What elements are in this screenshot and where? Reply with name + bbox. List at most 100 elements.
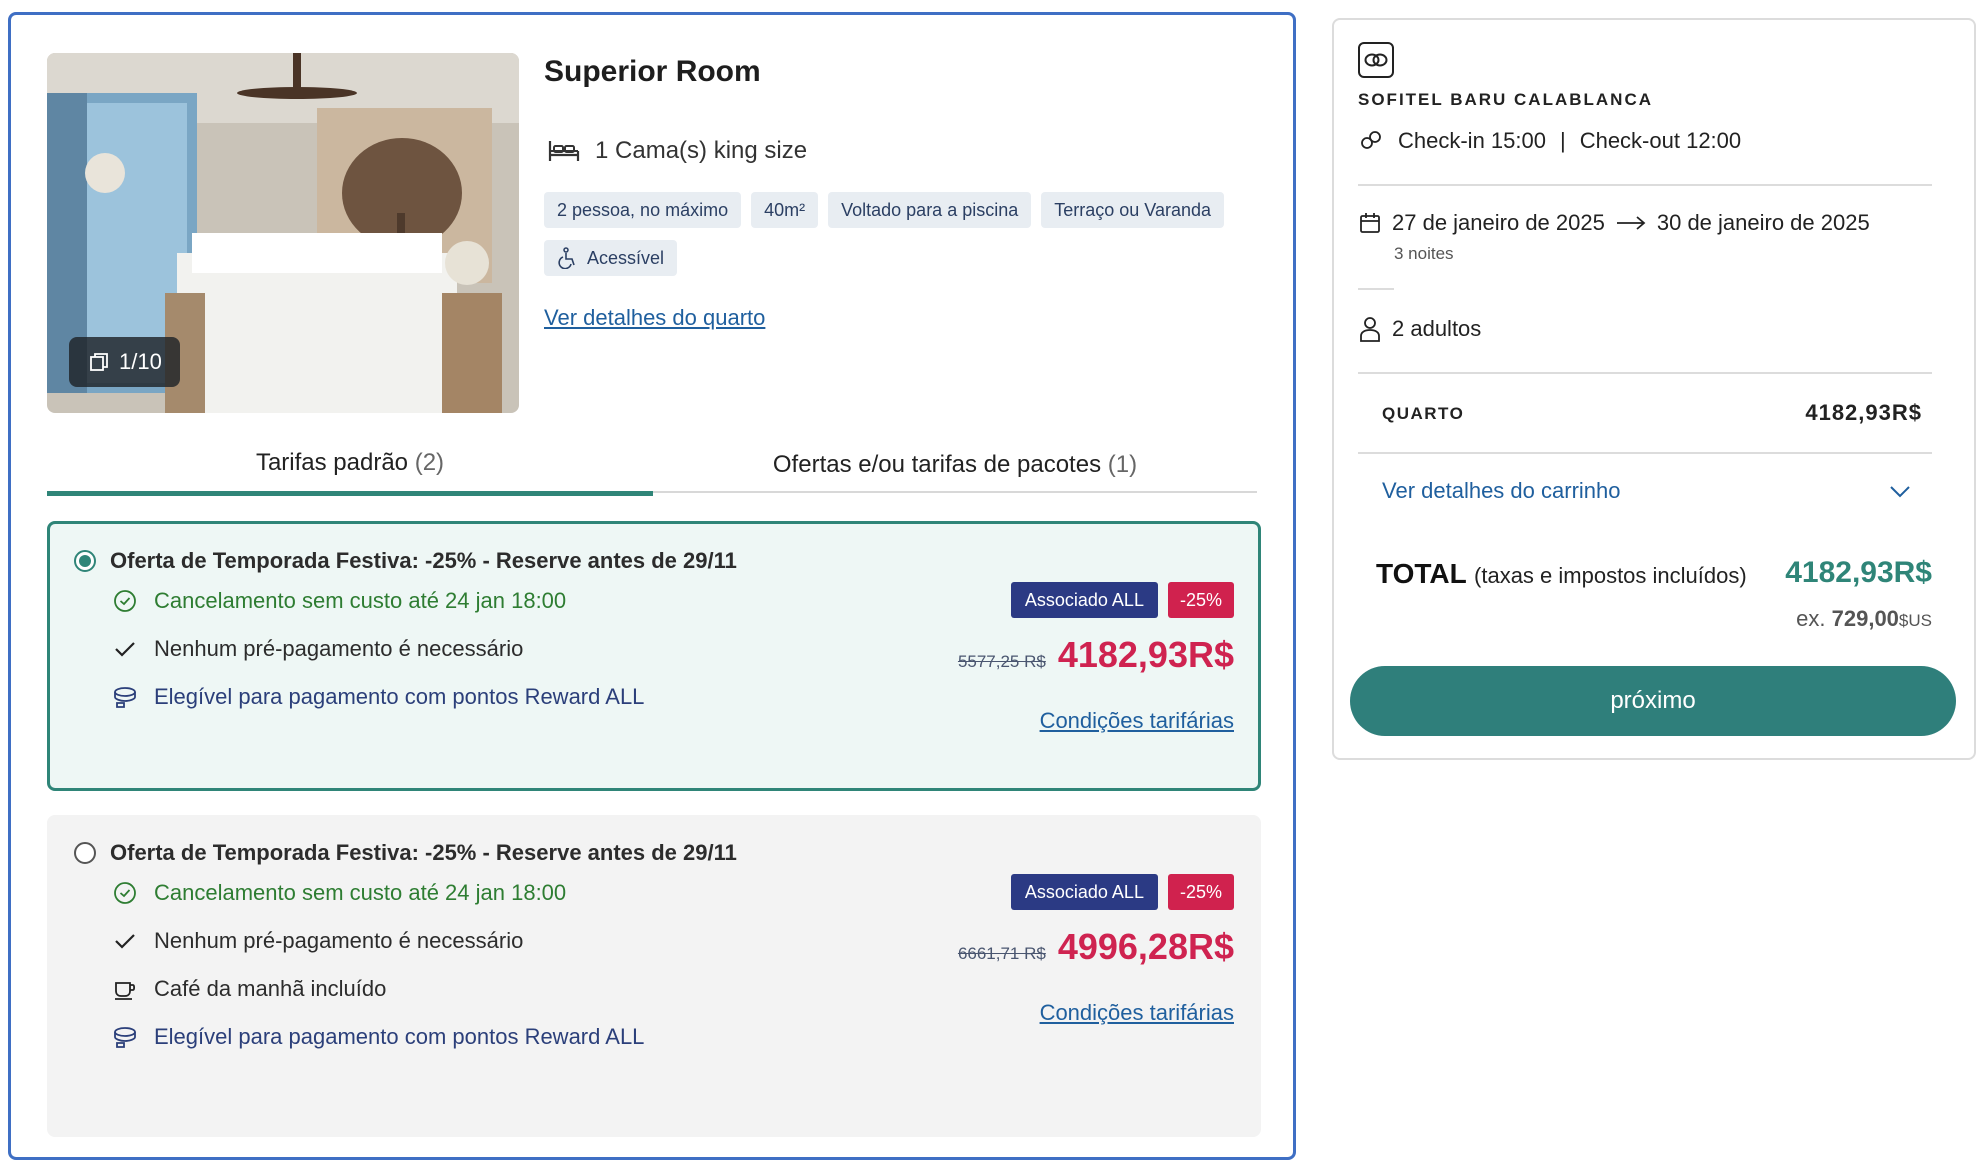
room-line-label: QUARTO xyxy=(1382,404,1465,423)
rate-2-breakfast-text: Café da manhã incluído xyxy=(154,976,387,1001)
rate-1-cancellation-text: Cancelamento sem custo até 24 jan 18:00 xyxy=(154,588,567,613)
hotel-name: SOFITEL BARU CALABLANCA xyxy=(1358,90,1654,109)
bed-icon xyxy=(548,141,580,161)
divider xyxy=(1358,452,1932,454)
tab-standard-rates[interactable]: Tarifas padrão (2) xyxy=(47,433,653,496)
rate-2-old-price: 6661,71 R$ xyxy=(957,944,1046,963)
tab-packages-label: Ofertas e/ou tarifas de pacotes xyxy=(772,451,1102,478)
nights-count: 3 noites xyxy=(1394,244,1454,263)
brand-logo xyxy=(1358,42,1394,78)
rate-2-prepayment: Nenhum pré-pagamento é necessário xyxy=(112,928,523,954)
total-taxes-note: (taxas e impostos incluídos) xyxy=(1474,563,1747,588)
rate-1-discount-badge: -25% xyxy=(1167,582,1234,618)
tag-size: 40m² xyxy=(751,192,819,228)
rate-1-old-price: 5577,25 R$ xyxy=(957,652,1046,671)
checkin-divider: | xyxy=(1559,128,1566,153)
tag-accessible-label: Acessível xyxy=(587,248,665,268)
cart-details-link[interactable]: Ver detalhes do carrinho xyxy=(1382,478,1621,504)
rate-2-cancellation-text: Cancelamento sem custo até 24 jan 18:00 xyxy=(154,880,567,905)
rate-1-conditions-link[interactable]: Condições tarifárias xyxy=(1040,708,1234,734)
room-card: 1/10 Superior Room 1 Cama(s) king size 2… xyxy=(8,12,1296,1160)
rate-1-reward-text: Elegível para pagamento com pontos Rewar… xyxy=(154,684,645,709)
guests-text: 2 adultos xyxy=(1392,316,1482,341)
rate-1-reward: Elegível para pagamento com pontos Rewar… xyxy=(112,684,644,710)
rate-2-badges: Associado ALL -25% xyxy=(1010,874,1234,910)
tag-balcony: Terraço ou Varanda xyxy=(1041,192,1225,228)
tab-standard-label: Tarifas padrão xyxy=(255,449,409,476)
checkmark-icon xyxy=(115,934,135,949)
rate-2-radio[interactable] xyxy=(74,842,96,864)
rate-1-prepayment-text: Nenhum pré-pagamento é necessário xyxy=(154,636,524,661)
total-usd-value: 729,00 xyxy=(1831,606,1899,631)
room-line-price: 4182,93R$ xyxy=(1805,400,1922,425)
booking-summary: SOFITEL BARU CALABLANCA Check-in 15:00 |… xyxy=(1332,18,1976,760)
rate-2-reward: Elegível para pagamento com pontos Rewar… xyxy=(112,1024,644,1050)
total-label: TOTAL (taxas e impostos incluídos) xyxy=(1376,558,1747,590)
rate-2-prices: 6661,71 R$ 4996,28R$ xyxy=(958,926,1234,968)
rate-option-1[interactable]: Oferta de Temporada Festiva: -25% - Rese… xyxy=(47,521,1261,791)
clock-check-icon xyxy=(114,590,136,612)
room-tags: 2 pessoa, no máximo 40m² Voltado para a … xyxy=(544,192,1264,276)
rate-tabs: Tarifas padrão (2) Ofertas e/ou tarifas … xyxy=(47,433,1257,496)
rate-2-new-price: 4996,28R$ xyxy=(1057,926,1234,967)
bed-info: 1 Cama(s) king size xyxy=(547,137,807,165)
rate-1-member-badge: Associado ALL xyxy=(1010,582,1158,618)
checkin-time: Check-in 15:00 xyxy=(1398,128,1546,153)
reward-coins-icon xyxy=(114,1027,136,1048)
divider xyxy=(1358,184,1932,186)
rate-2-discount-badge: -25% xyxy=(1167,874,1234,910)
photo-counter[interactable]: 1/10 xyxy=(69,337,180,387)
total-usd-prefix: ex. xyxy=(1796,606,1826,631)
tag-view: Voltado para a piscina xyxy=(828,192,1032,228)
brand-logo-icon xyxy=(1364,53,1388,67)
chevron-down-icon[interactable] xyxy=(1888,482,1912,500)
coffee-cup-icon xyxy=(115,982,136,1000)
key-icon xyxy=(1361,131,1381,149)
checkin-checkout: Check-in 15:00 | Check-out 12:00 xyxy=(1358,128,1741,154)
room-details-link[interactable]: Ver detalhes do quarto xyxy=(544,305,765,331)
person-icon xyxy=(1360,317,1380,342)
rate-1-radio[interactable] xyxy=(74,550,96,572)
clock-check-icon xyxy=(114,882,136,904)
rate-2-member-badge: Associado ALL xyxy=(1010,874,1158,910)
rate-1-cancellation: Cancelamento sem custo até 24 jan 18:00 xyxy=(112,588,566,614)
tag-capacity: 2 pessoa, no máximo xyxy=(544,192,742,228)
rate-option-2[interactable]: Oferta de Temporada Festiva: -25% - Rese… xyxy=(47,815,1261,1137)
rate-2-prepayment-text: Nenhum pré-pagamento é necessário xyxy=(154,928,524,953)
tag-accessible: Acessível xyxy=(544,240,678,276)
wheelchair-icon xyxy=(558,247,575,269)
rate-2-breakfast: Café da manhã incluído xyxy=(112,976,386,1002)
rate-2-title: Oferta de Temporada Festiva: -25% - Rese… xyxy=(110,840,737,865)
divider xyxy=(1358,372,1932,374)
guests-info: 2 adultos xyxy=(1358,316,1481,342)
total-price: 4182,93R$ xyxy=(1785,556,1932,589)
calendar-icon xyxy=(1360,213,1380,233)
checkmark-icon xyxy=(115,642,135,657)
stay-dates: 27 de janeiro de 2025 30 de janeiro de 2… xyxy=(1358,210,1870,236)
rate-1-prepayment: Nenhum pré-pagamento é necessário xyxy=(112,636,523,662)
date-to: 30 de janeiro de 2025 xyxy=(1656,210,1870,235)
rate-1-prices: 5577,25 R$ 4182,93R$ xyxy=(958,634,1234,676)
checkout-time: Check-out 12:00 xyxy=(1579,128,1742,153)
total-label-text: TOTAL xyxy=(1376,558,1467,589)
total-usd-currency: $US xyxy=(1898,611,1932,630)
room-title: Superior Room xyxy=(544,55,761,88)
gallery-icon xyxy=(90,353,108,371)
tab-standard-count: (2) xyxy=(414,449,445,476)
rate-2-conditions-link[interactable]: Condições tarifárias xyxy=(1040,1000,1234,1026)
short-divider xyxy=(1358,288,1394,290)
rate-1-new-price: 4182,93R$ xyxy=(1057,634,1234,675)
arrow-right-icon xyxy=(1616,216,1646,230)
total-usd: ex. 729,00$US xyxy=(1796,606,1932,632)
rate-2-cancellation: Cancelamento sem custo até 24 jan 18:00 xyxy=(112,880,566,906)
tab-packages-count: (1) xyxy=(1107,451,1138,478)
tab-package-rates[interactable]: Ofertas e/ou tarifas de pacotes (1) xyxy=(653,433,1257,493)
next-button[interactable]: próximo xyxy=(1350,666,1956,736)
rate-1-title: Oferta de Temporada Festiva: -25% - Rese… xyxy=(110,548,737,573)
date-from: 27 de janeiro de 2025 xyxy=(1392,210,1605,235)
room-photo[interactable]: 1/10 xyxy=(47,53,519,413)
reward-coins-icon xyxy=(114,687,136,708)
photo-counter-text: 1/10 xyxy=(119,349,162,374)
rate-1-badges: Associado ALL -25% xyxy=(1010,582,1234,618)
bed-text: 1 Cama(s) king size xyxy=(595,137,808,164)
